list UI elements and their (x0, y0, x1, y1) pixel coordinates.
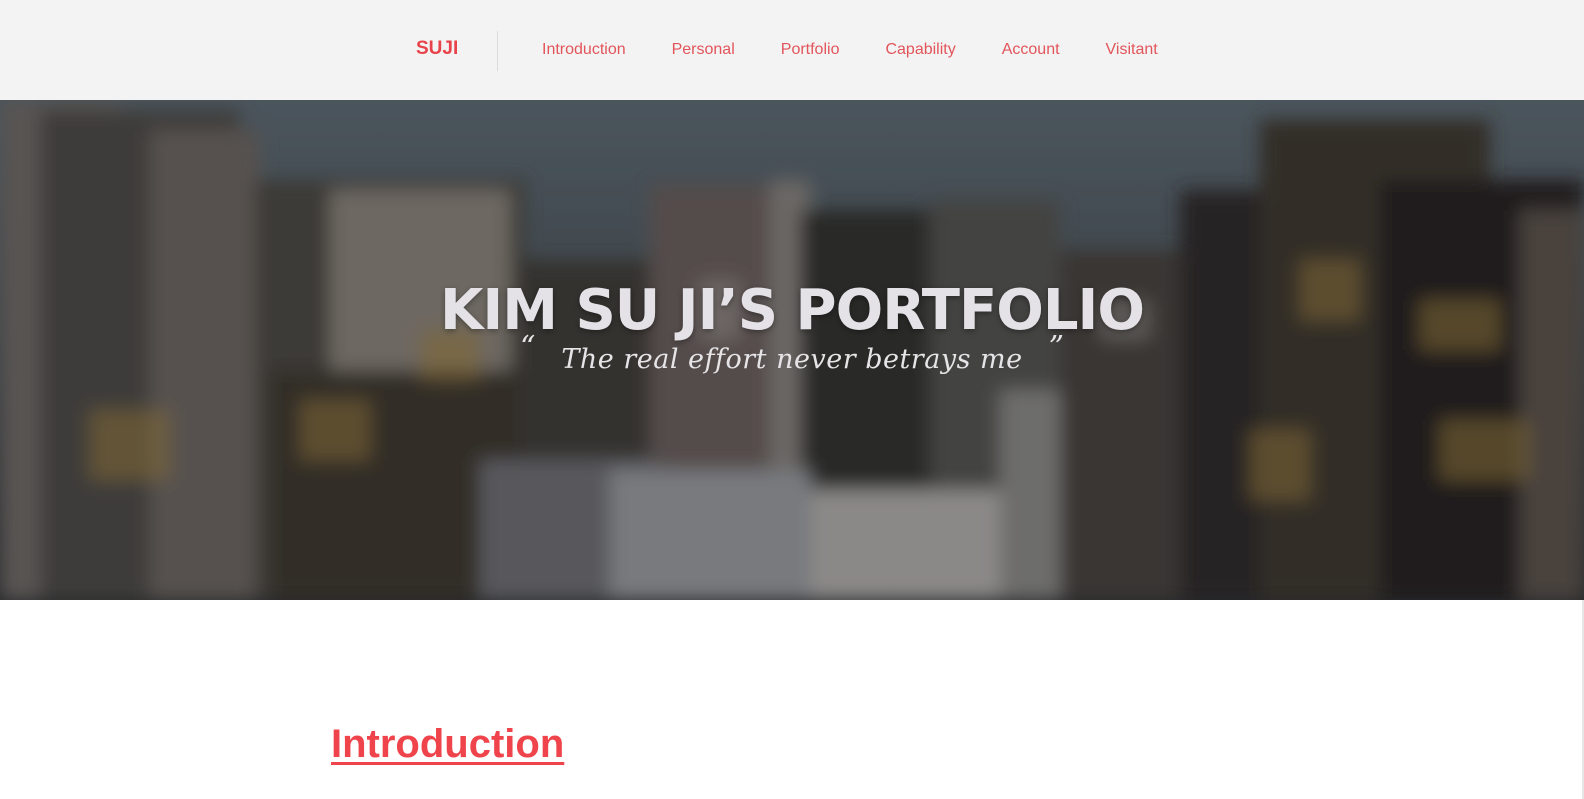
nav-link-introduction[interactable]: Introduction (542, 41, 626, 58)
hero-quote-text: The real effort never betrays me (561, 344, 1023, 375)
nav-link-personal[interactable]: Personal (672, 41, 735, 58)
open-quote-mark: “ (520, 330, 536, 365)
brand-logo-link[interactable]: SUJI (416, 38, 458, 60)
introduction-section-heading: Introduction (331, 722, 565, 766)
nav-link-portfolio[interactable]: Portfolio (781, 41, 840, 58)
nav-link-visitant[interactable]: Visitant (1106, 41, 1158, 58)
nav-divider (497, 31, 498, 71)
nav-link-capability[interactable]: Capability (885, 41, 955, 58)
top-navbar: SUJI Introduction Personal Portfolio Cap… (0, 0, 1584, 100)
hero-banner: KIM SU JI’S PORTFOLIO “The real effort n… (0, 100, 1584, 600)
nav-link-account[interactable]: Account (1002, 41, 1060, 58)
nav-links: Introduction Personal Portfolio Capabili… (542, 41, 1204, 59)
close-quote-mark: ” (1048, 330, 1064, 365)
hero-quote: “ The real effort never betrays me ” (0, 330, 1584, 375)
